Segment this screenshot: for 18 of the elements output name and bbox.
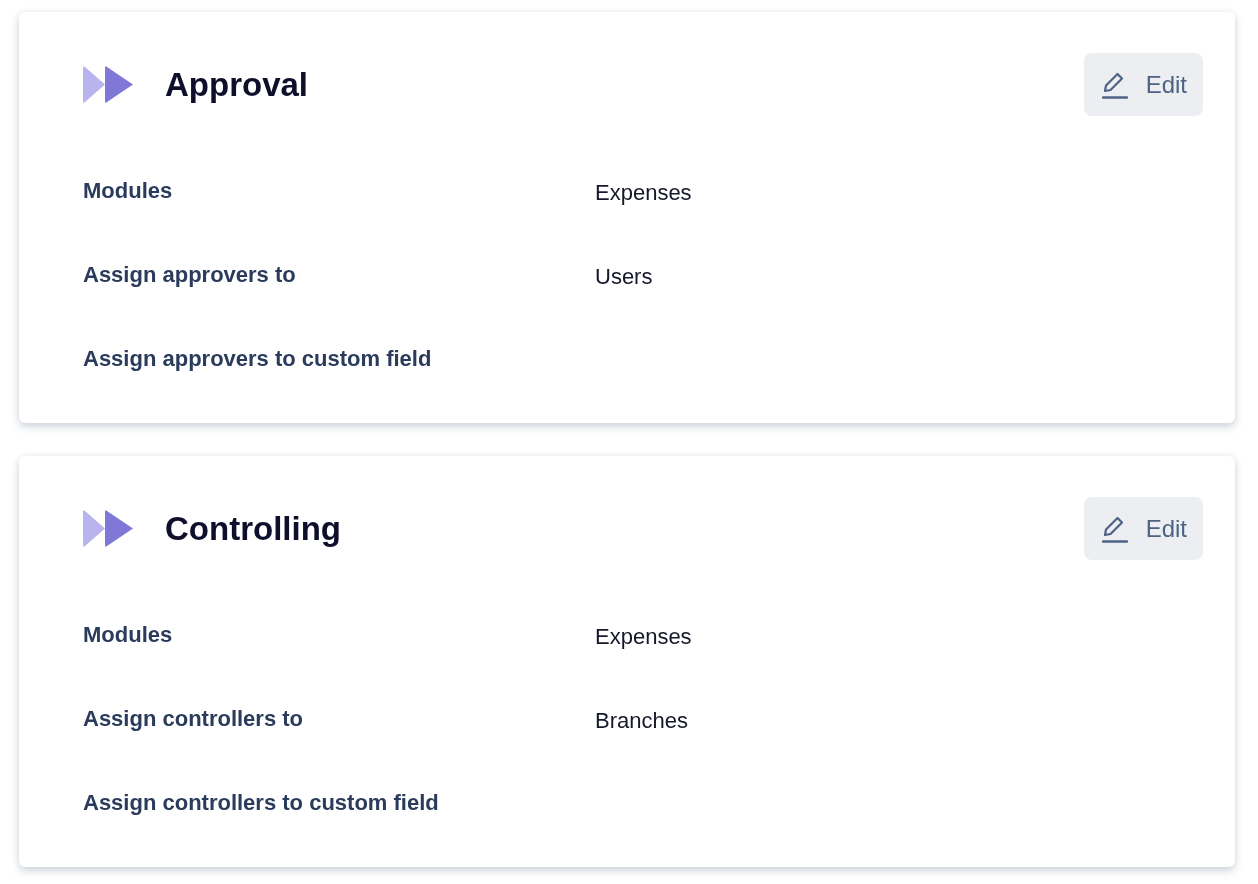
field-label: Assign approvers to custom field: [83, 346, 432, 372]
edit-button[interactable]: Edit: [1083, 497, 1203, 560]
field-label: Modules: [83, 178, 173, 204]
field-value: Expenses: [595, 624, 692, 650]
pencil-icon: [1101, 70, 1128, 99]
field-value: Expenses: [595, 180, 692, 206]
card-title: Approval: [165, 65, 309, 104]
field-value: Branches: [595, 708, 688, 734]
field-label: Assign controllers to custom field: [83, 790, 439, 816]
field-label: Assign approvers to: [83, 262, 296, 288]
field-value: Users: [595, 264, 653, 290]
field-label: Assign controllers to: [83, 706, 304, 732]
double-arrow-icon: [83, 65, 133, 104]
field-label: Modules: [83, 622, 173, 648]
edit-button[interactable]: Edit: [1083, 53, 1203, 116]
double-arrow-icon: [83, 509, 133, 548]
pencil-icon: [1101, 514, 1128, 543]
card-title: Controlling: [165, 509, 341, 548]
